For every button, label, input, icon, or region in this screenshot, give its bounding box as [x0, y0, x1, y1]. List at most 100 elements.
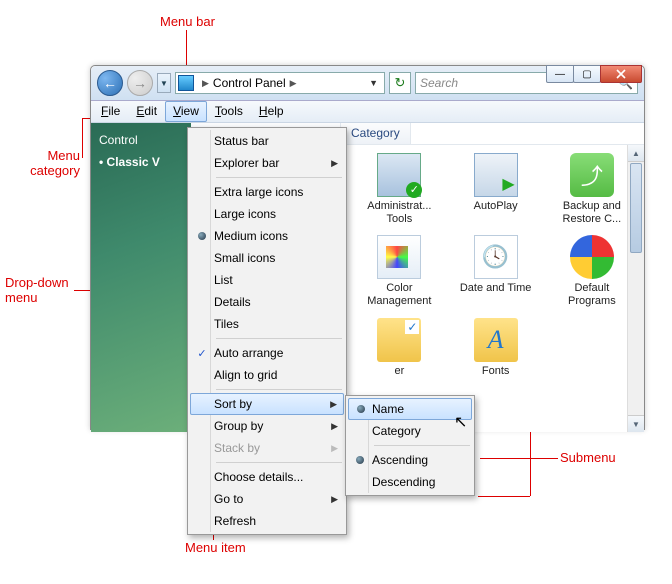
- menu-item-label: Medium icons: [214, 229, 288, 243]
- maximize-button[interactable]: ▢: [573, 65, 601, 83]
- submenu-arrow-icon: ▶: [331, 443, 338, 454]
- control-panel-item[interactable]: Color Management: [353, 235, 445, 307]
- menu-edit[interactable]: Edit: [128, 101, 165, 122]
- menu-item-label: Extra large icons: [214, 185, 303, 199]
- breadcrumb-label[interactable]: Control Panel: [213, 76, 286, 90]
- menu-item-medium-icons[interactable]: Medium icons: [190, 225, 344, 247]
- menu-item-label: Choose details...: [214, 470, 303, 484]
- submenu-arrow-icon: ▶: [331, 421, 338, 432]
- annotation-submenu: Submenu: [560, 450, 616, 465]
- refresh-button[interactable]: ↻: [389, 72, 411, 94]
- close-button[interactable]: [600, 65, 642, 83]
- control-panel-item[interactable]: Backup and Restore C...: [546, 153, 638, 225]
- scroll-up-button[interactable]: ▲: [628, 145, 644, 162]
- window-controls: — ▢: [547, 65, 642, 83]
- menu-help[interactable]: Help: [251, 101, 292, 122]
- color-icon: [377, 235, 421, 279]
- menu-item-label: Descending: [372, 475, 435, 489]
- menu-separator: [374, 445, 470, 446]
- menu-item-label: Category: [372, 424, 421, 438]
- control-panel-item[interactable]: Default Programs: [546, 235, 638, 307]
- menu-item-label: Refresh: [214, 514, 256, 528]
- item-label: Date and Time: [460, 282, 532, 295]
- minimize-button[interactable]: —: [546, 65, 574, 83]
- menu-item-label: Align to grid: [214, 368, 277, 382]
- control-panel-item[interactable]: er: [353, 318, 445, 378]
- explorer-window: — ▢ ← → ▼ ▶ Control Panel ▶ ▼ ↻ Search 🔍…: [90, 65, 645, 430]
- menu-item-go-to[interactable]: Go to ▶: [190, 488, 344, 510]
- radio-icon: [356, 456, 364, 464]
- menu-item-tiles[interactable]: Tiles: [190, 313, 344, 335]
- scrollbar-thumb[interactable]: [630, 163, 642, 253]
- menu-item-label: Tiles: [214, 317, 239, 331]
- control-panel-item[interactable]: Date and Time: [450, 235, 542, 307]
- menu-item-align-to-grid[interactable]: Align to grid: [190, 364, 344, 386]
- forward-button[interactable]: →: [127, 70, 153, 96]
- menu-item-ascending[interactable]: Ascending: [348, 449, 472, 471]
- tools-icon: [377, 153, 421, 197]
- back-button[interactable]: ←: [97, 70, 123, 96]
- menu-separator: [216, 338, 342, 339]
- menu-item-choose-details-[interactable]: Choose details...: [190, 466, 344, 488]
- menu-item-large-icons[interactable]: Large icons: [190, 203, 344, 225]
- sidebar: Control Classic V: [91, 123, 191, 432]
- annotation-line: [478, 496, 530, 497]
- radio-icon: [357, 405, 365, 413]
- menu-item-list[interactable]: List: [190, 269, 344, 291]
- menu-item-group-by[interactable]: Group by ▶: [190, 415, 344, 437]
- submenu-arrow-icon: ▶: [331, 494, 338, 505]
- menu-item-descending[interactable]: Descending: [348, 471, 472, 493]
- vertical-scrollbar[interactable]: ▲ ▼: [627, 145, 644, 432]
- control-panel-item[interactable]: Administrat... Tools: [353, 153, 445, 225]
- default-icon: [570, 235, 614, 279]
- scroll-down-button[interactable]: ▼: [628, 415, 644, 432]
- annotation-menu-category: Menu category: [20, 148, 80, 178]
- menu-item-explorer-bar[interactable]: Explorer bar ▶: [190, 152, 344, 174]
- item-label: Fonts: [482, 365, 510, 378]
- check-icon: ✓: [194, 347, 210, 360]
- menu-tools[interactable]: Tools: [207, 101, 251, 122]
- menu-item-label: Large icons: [214, 207, 276, 221]
- annotation-line: [480, 458, 558, 459]
- menu-separator: [216, 389, 342, 390]
- menu-item-details[interactable]: Details: [190, 291, 344, 313]
- menu-item-label: Ascending: [372, 453, 428, 467]
- address-dropdown-icon[interactable]: ▼: [365, 78, 382, 88]
- backup-icon: [570, 153, 614, 197]
- menu-item-label: Status bar: [214, 134, 269, 148]
- address-bar[interactable]: ▶ Control Panel ▶ ▼: [175, 72, 385, 94]
- menu-separator: [216, 177, 342, 178]
- control-panel-item[interactable]: AutoPlay: [450, 153, 542, 225]
- menu-item-label: Stack by: [214, 441, 260, 455]
- nav-history-dropdown[interactable]: ▼: [157, 73, 171, 93]
- menu-item-label: Group by: [214, 419, 263, 433]
- item-label: Administrat... Tools: [359, 200, 439, 225]
- menu-item-sort-by[interactable]: Sort by ▶: [190, 393, 344, 415]
- menu-item-stack-by: Stack by ▶: [190, 437, 344, 459]
- menu-item-auto-arrange[interactable]: ✓Auto arrange: [190, 342, 344, 364]
- search-placeholder: Search: [420, 76, 458, 90]
- menu-item-name[interactable]: Name: [348, 398, 472, 420]
- submenu-arrow-icon: ▶: [330, 399, 337, 410]
- menu-item-category[interactable]: Category: [348, 420, 472, 442]
- menu-item-label: Sort by: [214, 397, 252, 411]
- menu-item-label: Go to: [214, 492, 243, 506]
- breadcrumb-sep-icon: ▶: [290, 78, 297, 89]
- sidebar-item-classic-view[interactable]: Classic V: [99, 155, 183, 169]
- menu-item-label: Explorer bar: [214, 156, 279, 170]
- menu-item-extra-large-icons[interactable]: Extra large icons: [190, 181, 344, 203]
- menu-item-refresh[interactable]: Refresh: [190, 510, 344, 532]
- menu-item-small-icons[interactable]: Small icons: [190, 247, 344, 269]
- item-label: AutoPlay: [474, 200, 518, 213]
- menu-view[interactable]: View: [165, 101, 207, 122]
- menu-item-label: Name: [372, 402, 404, 416]
- control-panel-item[interactable]: Fonts: [450, 318, 542, 378]
- menu-item-status-bar[interactable]: Status bar: [190, 130, 344, 152]
- menu-item-label: Details: [214, 295, 251, 309]
- column-category[interactable]: Category: [341, 123, 411, 144]
- menu-file[interactable]: File: [93, 101, 128, 122]
- fonts-icon: [474, 318, 518, 362]
- submenu-arrow-icon: ▶: [331, 158, 338, 169]
- date-icon: [474, 235, 518, 279]
- breadcrumb-sep-icon: ▶: [202, 78, 209, 89]
